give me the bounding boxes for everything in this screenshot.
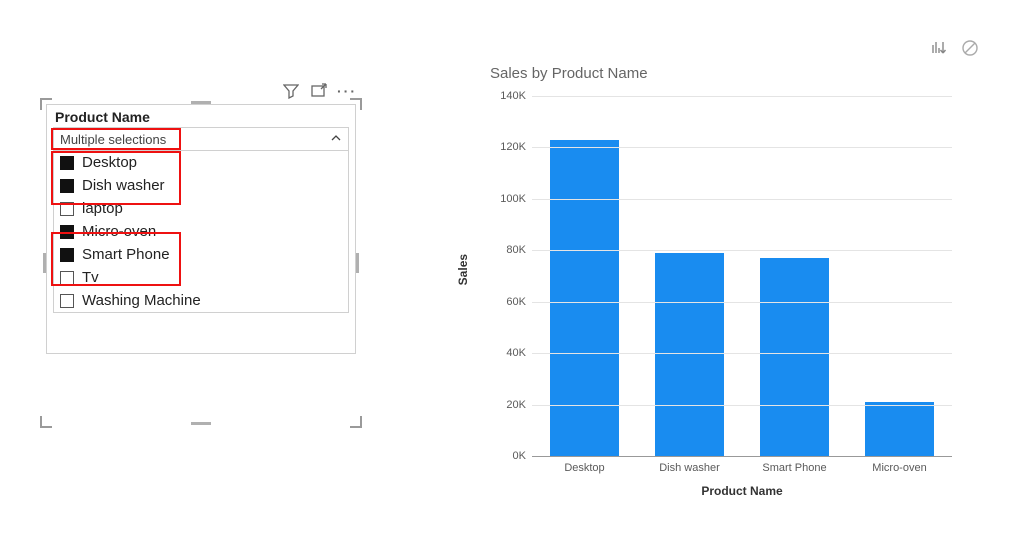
bar[interactable]	[550, 140, 619, 456]
slicer-item[interactable]: Smart Phone	[54, 243, 348, 266]
slicer-item-label: Tv	[82, 269, 99, 286]
x-tick-label: Dish washer	[637, 456, 742, 474]
bar[interactable]	[655, 253, 724, 456]
bar[interactable]	[865, 402, 934, 456]
resize-handle-bl[interactable]	[40, 416, 52, 428]
slicer-item[interactable]: Dish washer	[54, 174, 348, 197]
y-tick-label: 80K	[506, 244, 532, 256]
y-tick-label: 100K	[500, 193, 532, 205]
checkbox[interactable]	[60, 179, 74, 193]
gridline	[532, 96, 952, 97]
resize-handle-t[interactable]	[191, 101, 211, 104]
bar-column: Desktop	[532, 140, 637, 456]
resize-handle-l[interactable]	[43, 253, 46, 273]
slicer-item-label: Smart Phone	[82, 246, 170, 263]
x-tick-label: Smart Phone	[742, 456, 847, 474]
resize-handle-tl[interactable]	[40, 98, 52, 110]
no-entry-icon[interactable]	[960, 38, 980, 58]
slicer-dropdown-label: Multiple selections	[60, 132, 166, 147]
slicer-card: Product Name Multiple selections Desktop…	[46, 104, 356, 354]
bars-container: DesktopDish washerSmart PhoneMicro-oven	[532, 96, 952, 456]
gridline	[532, 302, 952, 303]
checkbox[interactable]	[60, 156, 74, 170]
filter-icon[interactable]	[282, 82, 300, 100]
gridline	[532, 199, 952, 200]
chart-header-toolbar	[930, 38, 980, 58]
slicer-item-label: laptop	[82, 200, 123, 217]
y-axis-title: Sales	[456, 254, 470, 285]
resize-handle-tr[interactable]	[350, 98, 362, 110]
y-tick-label: 60K	[506, 296, 532, 308]
slicer-list: Desktop Dish washer laptop Micro-oven Smart …	[53, 151, 349, 313]
resize-handle-b[interactable]	[191, 422, 211, 425]
gridline	[532, 405, 952, 406]
slicer-item[interactable]: Washing Machine	[54, 289, 348, 312]
x-tick-label: Micro-oven	[847, 456, 952, 474]
resize-handle-r[interactable]	[356, 253, 359, 273]
y-tick-label: 20K	[506, 399, 532, 411]
resize-handle-br[interactable]	[350, 416, 362, 428]
y-tick-label: 140K	[500, 90, 532, 102]
chart-title: Sales by Product Name	[470, 65, 980, 82]
y-tick-label: 120K	[500, 141, 532, 153]
plot-area: DesktopDish washerSmart PhoneMicro-oven …	[532, 96, 952, 456]
slicer-item-label: Washing Machine	[82, 292, 201, 309]
y-tick-label: 40K	[506, 347, 532, 359]
y-tick-label: 0K	[513, 450, 532, 462]
checkbox[interactable]	[60, 202, 74, 216]
sort-descending-icon[interactable]	[930, 38, 950, 58]
bar-column: Smart Phone	[742, 258, 847, 456]
chevron-up-icon	[330, 132, 342, 147]
gridline	[532, 147, 952, 148]
checkbox[interactable]	[60, 248, 74, 262]
slicer-visual[interactable]: ··· Product Name Multiple selections Des…	[46, 104, 356, 422]
slicer-item-label: Dish washer	[82, 177, 165, 194]
slicer-item[interactable]: Tv	[54, 266, 348, 289]
checkbox[interactable]	[60, 225, 74, 239]
chart-visual[interactable]: Sales by Product Name Sales DesktopDish …	[470, 65, 980, 527]
focus-mode-icon[interactable]	[310, 82, 328, 100]
bar[interactable]	[760, 258, 829, 456]
bar-column: Micro-oven	[847, 402, 952, 456]
gridline	[532, 250, 952, 251]
slicer-item[interactable]: Micro-oven	[54, 220, 348, 243]
gridline	[532, 456, 952, 457]
visual-header-toolbar: ···	[282, 82, 356, 100]
x-tick-label: Desktop	[532, 456, 637, 474]
slicer-item-label: Desktop	[82, 154, 137, 171]
gridline	[532, 353, 952, 354]
checkbox[interactable]	[60, 294, 74, 308]
slicer-item[interactable]: laptop	[54, 197, 348, 220]
checkbox[interactable]	[60, 271, 74, 285]
slicer-dropdown[interactable]: Multiple selections	[53, 127, 349, 151]
bar-column: Dish washer	[637, 253, 742, 456]
slicer-item-label: Micro-oven	[82, 223, 156, 240]
slicer-title: Product Name	[47, 105, 355, 127]
slicer-item[interactable]: Desktop	[54, 151, 348, 174]
x-axis-title: Product Name	[532, 484, 952, 498]
